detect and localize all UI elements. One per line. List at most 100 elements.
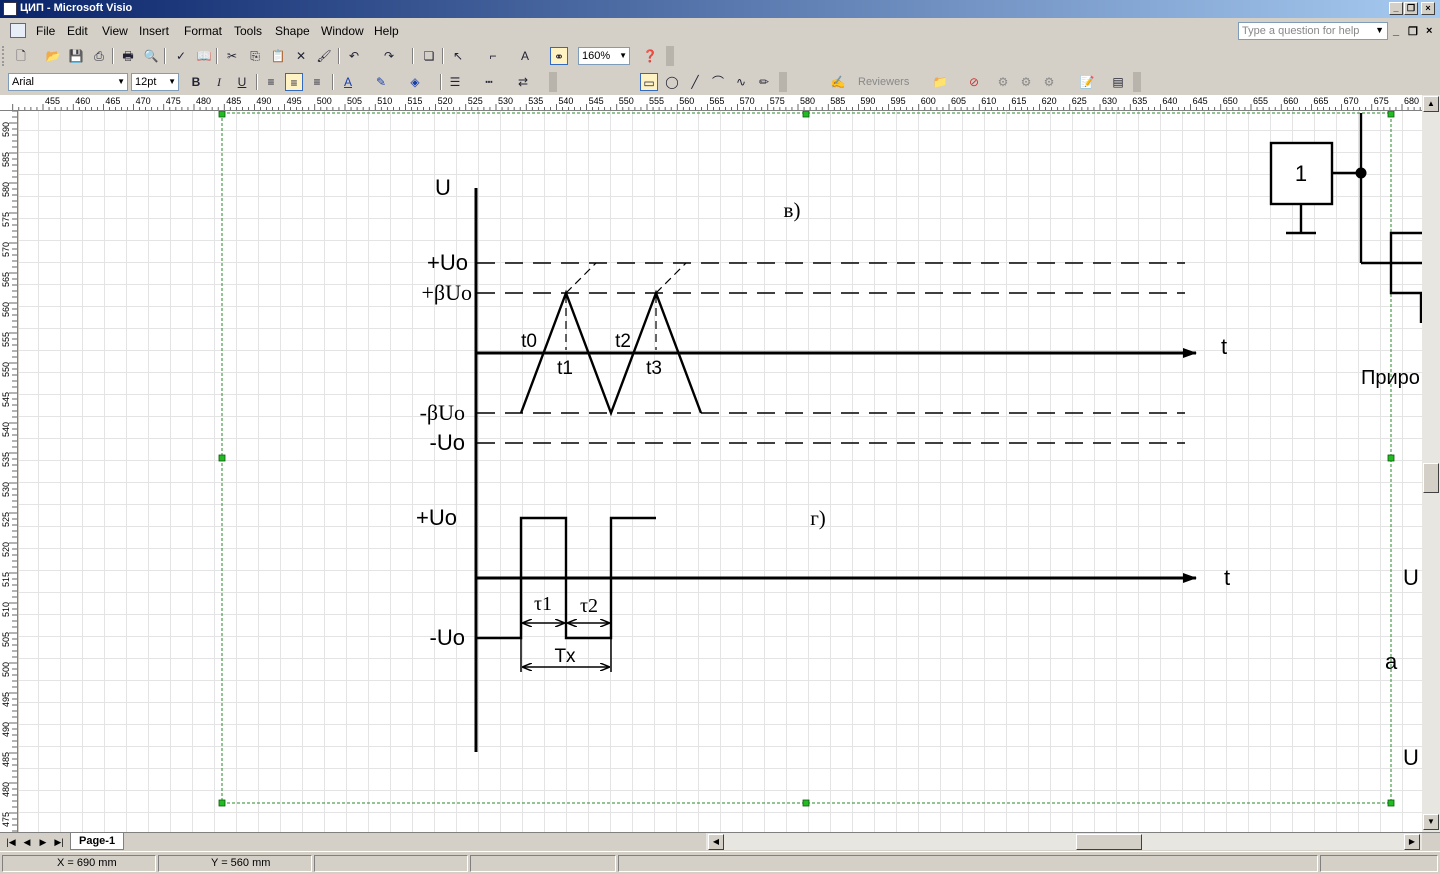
menu-edit[interactable]: Edit <box>67 24 88 38</box>
spelling-icon[interactable]: ✓ <box>172 47 190 65</box>
markup-icon[interactable]: ✍ <box>829 73 847 91</box>
menu-shape[interactable]: Shape <box>275 24 310 38</box>
task-pane-icon[interactable]: ▤ <box>1109 73 1127 91</box>
document-icon[interactable] <box>10 23 26 38</box>
selection-handle[interactable] <box>218 799 226 807</box>
line-ends-icon[interactable]: ⇄ <box>514 73 532 91</box>
menu-file[interactable]: File <box>36 24 55 38</box>
chevron-down-icon[interactable]: ▼ <box>619 51 627 60</box>
permission-icon[interactable]: ⎙ <box>90 47 108 65</box>
font-select[interactable]: Arial ▼ <box>8 73 128 91</box>
menu-tools[interactable]: Tools <box>234 24 262 38</box>
previous-markup-icon[interactable]: ⚙ <box>994 73 1012 91</box>
horizontal-ruler[interactable]: 455 460 465 470 475 480 485 490 495 500 505 510 515 5… <box>0 95 1422 111</box>
scroll-up-arrow[interactable]: ▲ <box>1423 96 1439 112</box>
text-tool-icon[interactable]: A <box>516 47 534 65</box>
toolbar-options-icon[interactable] <box>549 72 557 92</box>
italic-button[interactable]: I <box>210 73 228 91</box>
arc-tool-icon[interactable]: ⌒ <box>709 73 727 91</box>
menu-format[interactable]: Format <box>184 24 222 38</box>
toolbar-options-icon[interactable] <box>779 72 787 92</box>
align-left-icon[interactable]: ≡ <box>262 73 280 91</box>
scroll-right-arrow[interactable]: ▶ <box>1404 834 1420 850</box>
selection-handle[interactable] <box>218 454 226 462</box>
horizontal-scroll-thumb[interactable] <box>1076 834 1142 850</box>
line-weight-icon[interactable]: ☰ <box>446 73 464 91</box>
toolbar-options-icon[interactable] <box>1133 72 1141 92</box>
help-icon[interactable]: ❓ <box>641 47 659 65</box>
menu-insert[interactable]: Insert <box>139 24 169 38</box>
toolbar-grip[interactable] <box>2 46 10 66</box>
doc-close-button[interactable]: × <box>1426 25 1432 37</box>
help-search-input[interactable]: Type a question for help ▼ <box>1238 22 1388 40</box>
shapes-icon[interactable]: ❏ <box>420 47 438 65</box>
visio-app-icon[interactable] <box>3 2 17 16</box>
copy-icon[interactable]: ⎘ <box>246 47 264 65</box>
folder-icon[interactable]: 📁 <box>931 73 949 91</box>
bold-button[interactable]: B <box>187 73 205 91</box>
doc-minimize-button[interactable]: _ <box>1393 25 1399 37</box>
connector-tool-icon[interactable]: ⌐ <box>484 47 502 65</box>
doc-restore-button[interactable]: ❐ <box>1408 25 1418 38</box>
line-tool-icon[interactable]: ╱ <box>686 73 704 91</box>
save-icon[interactable]: 💾 <box>67 47 85 65</box>
delete-icon[interactable]: ✕ <box>292 47 310 65</box>
reviewers-dropdown[interactable]: Reviewers <box>858 76 909 88</box>
line-pattern-icon[interactable]: ┅ <box>480 73 498 91</box>
rectangle-tool-icon[interactable]: ▭ <box>640 73 658 91</box>
chevron-down-icon[interactable]: ▼ <box>117 77 125 86</box>
undo-icon[interactable]: ↶ <box>345 47 363 65</box>
vertical-scroll-thumb[interactable] <box>1423 463 1439 493</box>
font-size-select[interactable]: 12pt ▼ <box>131 73 179 91</box>
page-selection-frame[interactable] <box>221 112 1392 804</box>
zoom-select[interactable]: 160% ▼ <box>578 47 630 65</box>
align-right-icon[interactable]: ≡ <box>308 73 326 91</box>
last-page-icon[interactable]: ▶| <box>52 835 66 849</box>
scroll-down-arrow[interactable]: ▼ <box>1423 814 1439 830</box>
pencil-tool-icon[interactable]: ✏ <box>755 73 773 91</box>
new-icon[interactable]: 🗋 <box>12 47 30 65</box>
pointer-tool-icon[interactable]: ↖ <box>449 47 467 65</box>
chevron-down-icon[interactable]: ▼ <box>168 77 176 86</box>
fill-color-icon[interactable]: ◈ <box>406 73 424 91</box>
horizontal-scrollbar[interactable]: ◀ ▶ <box>706 833 1422 850</box>
selection-handle[interactable] <box>218 111 226 118</box>
connection-point-icon[interactable]: ⚭ <box>550 47 568 65</box>
next-page-icon[interactable]: ▶ <box>36 835 50 849</box>
first-page-icon[interactable]: |◀ <box>4 835 18 849</box>
drawing-canvas[interactable]: U в) +Uo +βUo -βUo -Uo t t0 t1 t2 t3 г) … <box>19 111 1422 832</box>
redo-icon[interactable]: ↷ <box>380 47 398 65</box>
print-icon[interactable]: 🖶 <box>119 47 137 65</box>
next-markup-icon[interactable]: ⚙ <box>1017 73 1035 91</box>
scroll-left-arrow[interactable]: ◀ <box>708 834 724 850</box>
ellipse-tool-icon[interactable]: ◯ <box>663 73 681 91</box>
menu-window[interactable]: Window <box>321 24 364 38</box>
menu-view[interactable]: View <box>102 24 128 38</box>
research-icon[interactable]: 📖 <box>195 47 213 65</box>
selection-handle[interactable] <box>802 111 810 118</box>
print-preview-icon[interactable]: 🔍 <box>142 47 160 65</box>
close-button[interactable]: × <box>1421 2 1435 15</box>
vertical-ruler[interactable]: 590 585 580 575 570 565 560 555 550 545 540 535 530 5… <box>0 111 18 832</box>
selection-handles[interactable] <box>218 111 1395 807</box>
underline-button[interactable]: U <box>233 73 251 91</box>
freeform-tool-icon[interactable]: ∿ <box>732 73 750 91</box>
open-icon[interactable]: 📂 <box>44 47 62 65</box>
vertical-scrollbar[interactable]: ▲ ▼ <box>1422 95 1440 832</box>
align-center-icon[interactable]: ≡ <box>285 73 303 91</box>
previous-page-icon[interactable]: ◀ <box>20 835 34 849</box>
cut-icon[interactable]: ✂ <box>223 47 241 65</box>
toolbar-options-icon[interactable] <box>666 46 674 66</box>
selection-handle[interactable] <box>1387 111 1395 118</box>
selection-handle[interactable] <box>1387 799 1395 807</box>
selection-handle[interactable] <box>802 799 810 807</box>
selection-handle[interactable] <box>1387 454 1395 462</box>
menu-help[interactable]: Help <box>374 24 399 38</box>
format-painter-icon[interactable]: 🖌 <box>315 47 333 65</box>
markup-settings-icon[interactable]: ⚙ <box>1040 73 1058 91</box>
minimize-button[interactable]: _ <box>1389 2 1403 15</box>
tab-page-1[interactable]: Page-1 <box>70 833 125 850</box>
chevron-down-icon[interactable]: ▼ <box>1375 25 1384 35</box>
comment-icon[interactable]: 📝 <box>1078 73 1096 91</box>
line-color-icon[interactable]: ✎ <box>372 73 390 91</box>
